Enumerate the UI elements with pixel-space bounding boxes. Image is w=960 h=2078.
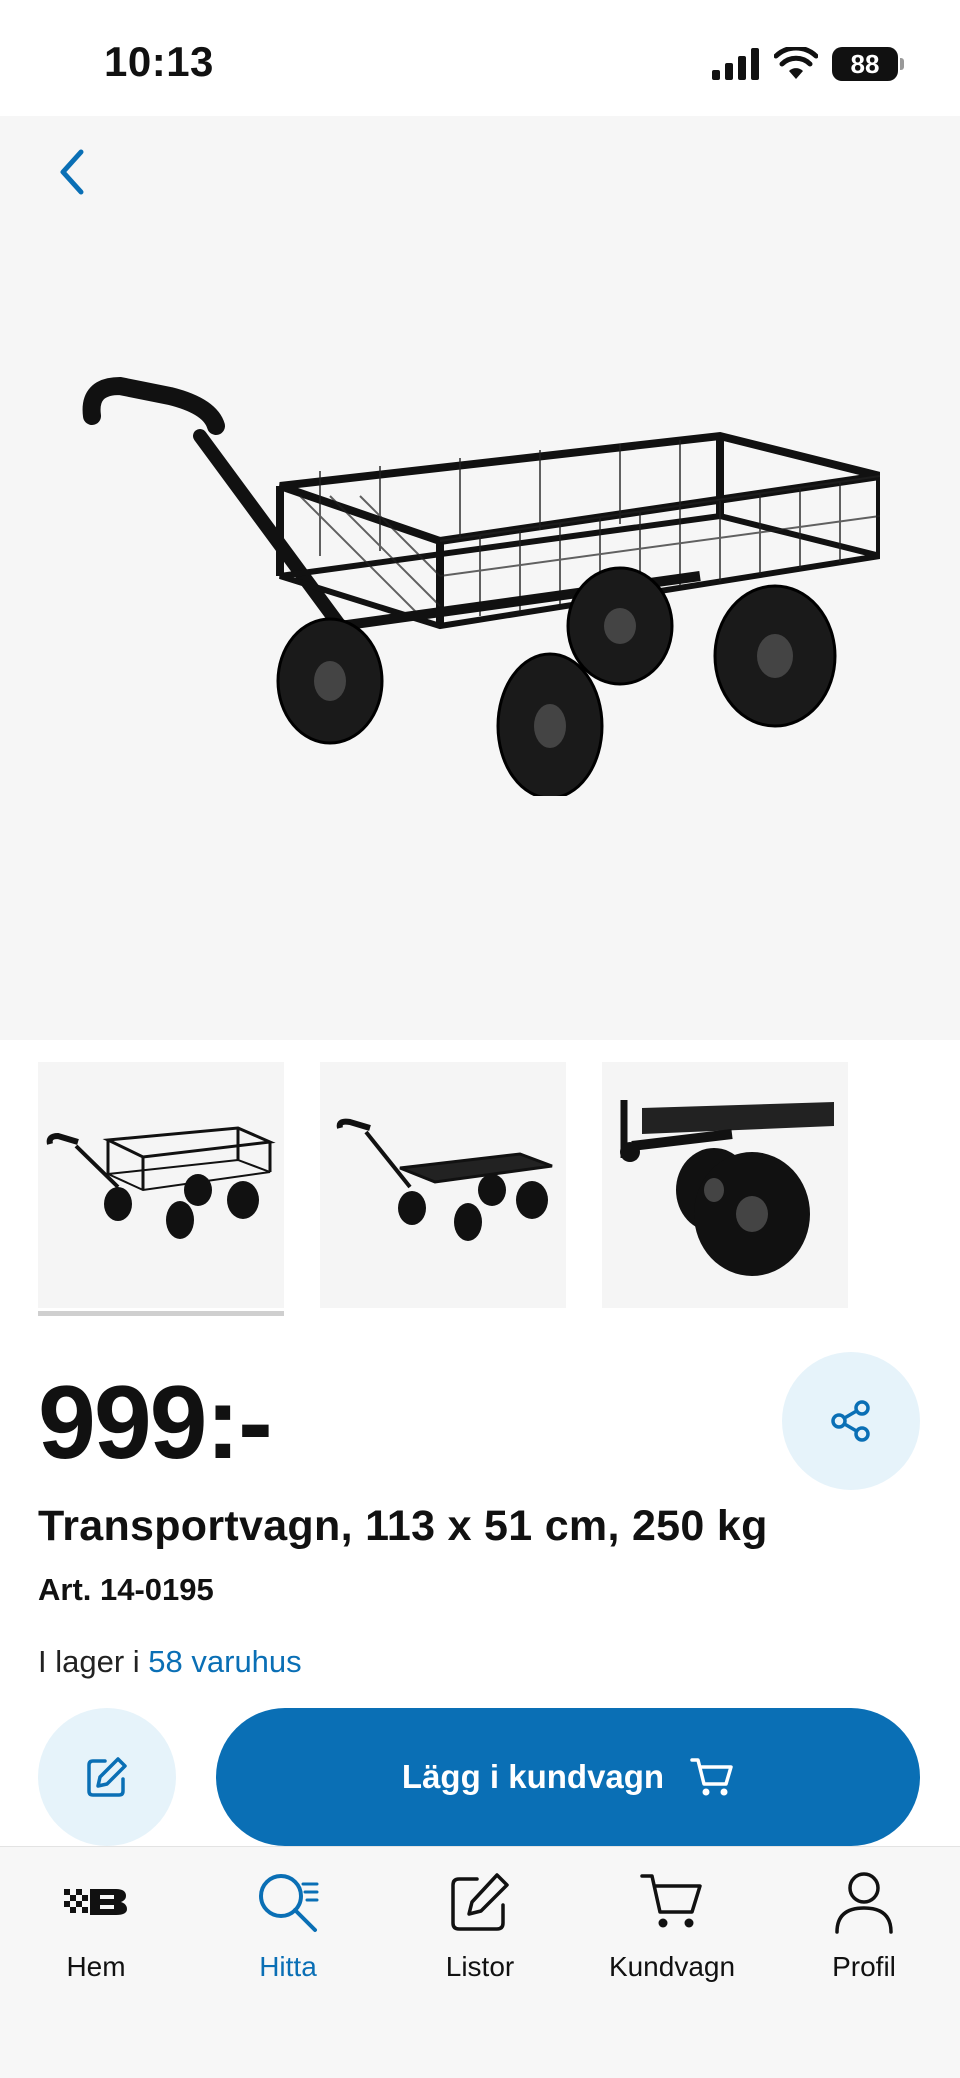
back-button[interactable] — [44, 144, 100, 200]
article-number: Art. 14-0195 — [38, 1572, 214, 1607]
nav-item-hitta[interactable]: Hitta — [192, 1847, 384, 2078]
share-button[interactable] — [782, 1352, 920, 1490]
thumbnail-image-cart-sides — [46, 1126, 276, 1239]
thumbnail-image-wheels-closeup — [620, 1100, 834, 1276]
edit-icon — [87, 1757, 127, 1797]
thumbnail-3[interactable] — [602, 1062, 848, 1308]
add-to-list-button[interactable] — [38, 1708, 176, 1846]
cart-icon — [640, 1874, 702, 1928]
nav-label-kundvagn: Kundvagn — [608, 1951, 736, 1982]
nav-label-profil: Profil — [832, 1951, 896, 1982]
cellular-signal-icon — [712, 48, 759, 80]
bottom-navigation: Hem Hitta Listor Kundvagn Profil — [0, 1846, 960, 2078]
status-time: 10:13 — [104, 38, 214, 85]
battery-indicator: 88 — [832, 47, 904, 81]
nav-item-listor[interactable]: Listor — [384, 1847, 576, 2078]
user-icon — [835, 1872, 893, 1934]
search-list-icon — [259, 1874, 319, 1932]
nav-label-hitta: Hitta — [259, 1951, 317, 1982]
nav-label-listor: Listor — [445, 1951, 515, 1982]
share-icon — [831, 1400, 870, 1442]
product-price: 999:- — [38, 1365, 273, 1481]
cart-icon — [690, 1758, 733, 1796]
stock-prefix: I lager i — [38, 1644, 149, 1679]
thumbnail-image-cart-flat — [336, 1118, 553, 1241]
nav-item-kundvagn[interactable]: Kundvagn — [576, 1847, 768, 2078]
thumbnail-2[interactable] — [320, 1062, 566, 1308]
thumbnail-strip — [38, 1062, 848, 1316]
product-title: Transportvagn, 113 x 51 cm, 250 kg — [38, 1502, 768, 1550]
nav-item-profil[interactable]: Profil — [768, 1847, 960, 2078]
product-image-cart — [82, 376, 880, 796]
stock-status: I lager i 58 varuhus — [38, 1644, 302, 1680]
nav-label-hem: Hem — [66, 1951, 126, 1982]
edit-list-icon — [451, 1873, 509, 1931]
stock-stores-link[interactable]: 58 varuhus — [148, 1644, 301, 1679]
status-icons: 88 — [712, 44, 904, 84]
brand-logo-icon — [64, 1889, 127, 1915]
nav-item-hem[interactable]: Hem — [0, 1847, 192, 2078]
wifi-icon — [774, 47, 818, 79]
status-bar: 10:13 88 — [0, 0, 960, 116]
product-image-gallery[interactable] — [0, 116, 960, 1040]
add-to-cart-label: Lägg i kundvagn — [401, 1758, 665, 1795]
add-to-cart-button[interactable]: Lägg i kundvagn — [216, 1708, 920, 1846]
chevron-left-icon — [60, 149, 84, 195]
thumbnail-1[interactable] — [38, 1062, 284, 1316]
